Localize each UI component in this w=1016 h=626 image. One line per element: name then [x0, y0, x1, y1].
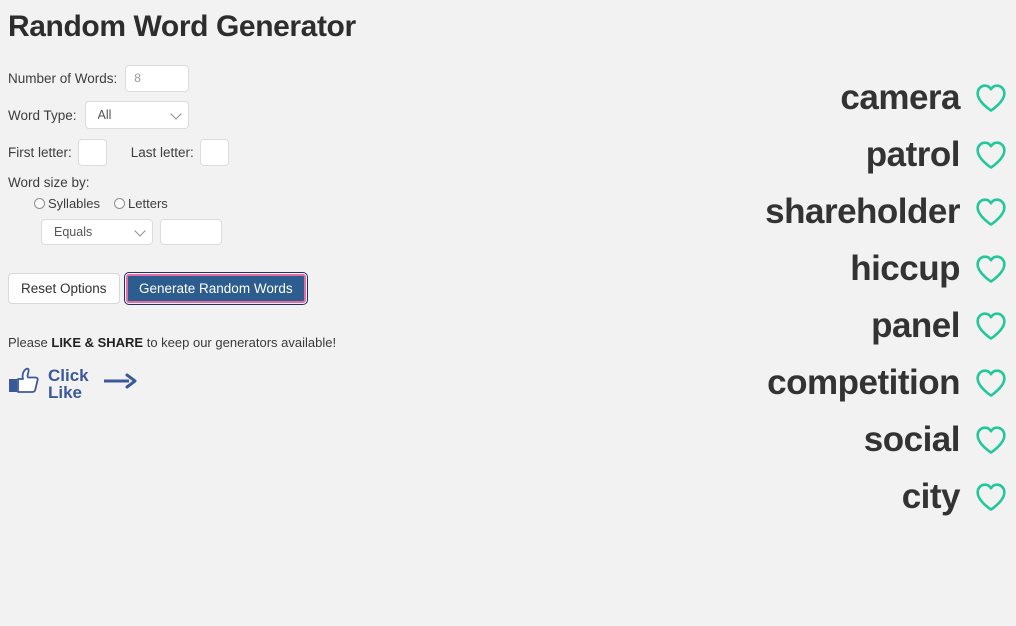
heart-outline-icon[interactable]	[974, 140, 1008, 170]
first-letter-label: First letter:	[8, 144, 72, 160]
word-type-label: Word Type:	[8, 107, 77, 123]
word-row: camera	[678, 78, 1008, 118]
click-like-text: Click Like	[48, 367, 89, 401]
last-letter-input[interactable]	[199, 138, 229, 166]
number-of-words-label: Number of Words:	[8, 70, 118, 86]
word-type-select[interactable]: All	[84, 101, 189, 129]
word-row: city	[678, 477, 1008, 517]
share-note-bold: LIKE & SHARE	[51, 335, 144, 350]
heart-outline-icon[interactable]	[974, 83, 1008, 113]
radio-circle-icon	[34, 198, 45, 209]
radio-letters[interactable]: Letters	[114, 196, 168, 211]
arrow-right-icon	[102, 372, 138, 395]
thumbs-up-icon	[8, 366, 40, 401]
word-row: competition	[678, 363, 1008, 403]
word-type-row: Word Type: All	[8, 101, 438, 129]
word-row: social	[678, 420, 1008, 460]
heart-outline-icon[interactable]	[974, 425, 1008, 455]
word-size-condition-row: Equals	[41, 219, 438, 245]
number-of-words-input[interactable]	[125, 64, 190, 92]
word-row: shareholder	[678, 192, 1008, 232]
random-word-generator-page: Random Word Generator Number of Words: W…	[0, 0, 1016, 626]
radio-letters-label: Letters	[128, 196, 168, 211]
page-title: Random Word Generator	[8, 10, 356, 43]
generated-word: shareholder	[765, 192, 960, 231]
radio-syllables[interactable]: Syllables	[34, 196, 100, 211]
click-like-block[interactable]: Click Like	[8, 366, 438, 401]
generate-button-focus-ring: Generate Random Words	[124, 272, 308, 305]
size-operator-select[interactable]: Equals	[41, 219, 153, 245]
radio-syllables-label: Syllables	[48, 196, 101, 211]
generated-word: panel	[871, 306, 960, 345]
size-operator-select-wrap: Equals	[41, 219, 153, 245]
letters-row: First letter: Last letter:	[8, 138, 438, 166]
word-row: patrol	[678, 135, 1008, 175]
share-note-prefix: Please	[8, 335, 52, 350]
first-letter-input[interactable]	[77, 138, 107, 166]
generated-word: city	[901, 477, 961, 516]
word-size-radio-group: Syllables Letters	[34, 196, 438, 211]
heart-outline-icon[interactable]	[974, 482, 1008, 512]
options-form: Number of Words: Word Type: All First le…	[8, 64, 438, 401]
heart-outline-icon[interactable]	[974, 254, 1008, 284]
last-letter-label: Last letter:	[130, 144, 194, 160]
word-size-value-input[interactable]	[160, 219, 222, 245]
reset-options-button[interactable]: Reset Options	[8, 273, 120, 304]
generated-words-list: camera patrol shareholder hiccup panel c…	[678, 78, 1008, 534]
generated-word: patrol	[865, 135, 961, 174]
heart-outline-icon[interactable]	[974, 368, 1008, 398]
heart-outline-icon[interactable]	[974, 311, 1008, 341]
word-row: panel	[678, 306, 1008, 346]
heart-outline-icon[interactable]	[974, 197, 1008, 227]
number-of-words-row: Number of Words:	[8, 64, 438, 92]
word-type-select-wrap: All	[77, 101, 189, 129]
generated-word: hiccup	[850, 249, 960, 288]
word-row: hiccup	[678, 249, 1008, 289]
word-size-by-label: Word size by:	[8, 175, 90, 190]
share-note-suffix: to keep our generators available!	[143, 335, 337, 350]
click-like-line2: Like	[48, 382, 83, 402]
share-note: Please LIKE & SHARE to keep our generato…	[8, 335, 438, 350]
generated-word: camera	[840, 78, 960, 117]
radio-circle-icon	[114, 198, 126, 209]
generated-word: competition	[767, 363, 960, 402]
generate-random-words-button[interactable]: Generate Random Words	[126, 274, 306, 303]
generated-word: social	[863, 420, 961, 459]
